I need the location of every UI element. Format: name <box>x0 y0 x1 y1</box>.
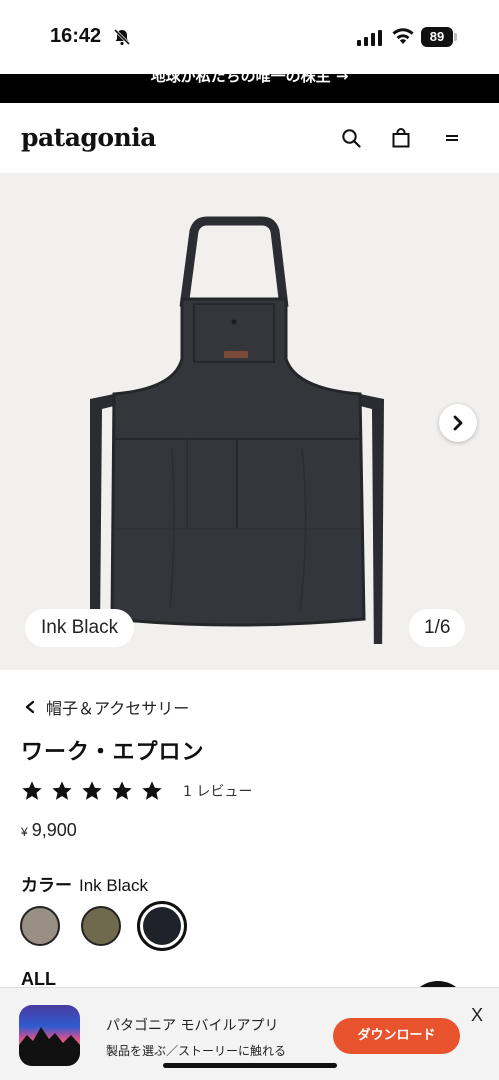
home-indicator <box>163 1063 337 1068</box>
review-count-link[interactable]: 1 レビュー <box>183 781 252 801</box>
color-value: Ink Black <box>79 876 148 895</box>
star-icon <box>22 781 42 800</box>
breadcrumb[interactable]: 帽子＆アクセサリー <box>23 695 189 719</box>
product-title: ワーク・エプロン <box>21 740 205 765</box>
swatch-ink-black-fill <box>143 907 181 945</box>
swatch-ink-black[interactable] <box>137 901 187 951</box>
rating-stars[interactable]: 1 レビュー <box>21 780 252 802</box>
breadcrumb-label: 帽子＆アクセサリー <box>46 699 190 718</box>
image-counter: 1/6 <box>409 609 466 647</box>
battery-indicator: 89 <box>421 27 453 47</box>
battery-tip <box>454 33 457 41</box>
close-banner-button[interactable]: X <box>471 1005 483 1026</box>
status-time: 16:42 <box>50 25 102 47</box>
product-image-carousel[interactable]: Ink Black 1/6 <box>0 173 499 670</box>
star-icon <box>142 781 162 800</box>
status-bar: 16:42 89 <box>0 0 499 74</box>
star-icon <box>82 781 102 800</box>
carousel-next-button[interactable] <box>439 404 477 442</box>
menu-button[interactable] <box>441 127 463 149</box>
app-banner-title: パタゴニア モバイルアプリ <box>106 1018 279 1034</box>
promo-text: 地球が私たちの唯一の株主 → <box>150 74 349 85</box>
page: 16:42 89 地球が私たちの唯一の株主 → patagonia Ink Bl… <box>0 0 499 1080</box>
menu-icon <box>446 135 458 141</box>
bag-icon <box>392 128 410 148</box>
swatch-olive[interactable] <box>81 906 121 946</box>
search-button[interactable] <box>340 127 362 149</box>
color-row: カラー Ink Black <box>21 871 148 896</box>
currency-symbol: ¥ <box>21 825 28 839</box>
star-icon <box>52 781 72 800</box>
star-icon <box>112 781 132 800</box>
app-banner-subtitle: 製品を選ぶ／ストーリーに触れる <box>106 1044 287 1058</box>
color-label: カラー <box>21 876 72 896</box>
apron-product-image <box>90 216 384 644</box>
cellular-signal-icon <box>357 30 382 46</box>
patagonia-logo[interactable]: patagonia <box>21 123 156 152</box>
swatch-light-taupe[interactable] <box>20 906 60 946</box>
site-header: patagonia <box>0 103 499 173</box>
chevron-right-icon <box>453 415 463 431</box>
wifi-icon <box>392 28 414 44</box>
product-price: ¥9,900 <box>21 820 77 841</box>
price-value: 9,900 <box>31 820 77 840</box>
bell-muted-icon <box>113 28 131 46</box>
chevron-left-icon <box>25 700 35 714</box>
cart-button[interactable] <box>390 127 412 149</box>
download-button[interactable]: ダウンロード <box>333 1018 460 1054</box>
patagonia-app-icon <box>19 1005 80 1066</box>
promo-banner[interactable]: 地球が私たちの唯一の株主 → <box>0 74 499 103</box>
image-color-label: Ink Black <box>25 609 135 647</box>
search-icon <box>342 129 361 148</box>
